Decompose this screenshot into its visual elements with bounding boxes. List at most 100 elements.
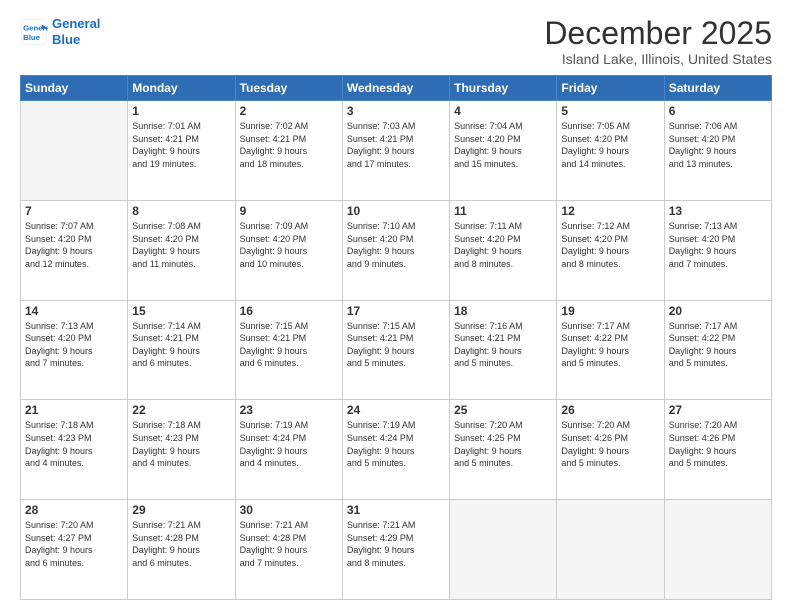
calendar-day-cell: 27 Sunrise: 7:20 AM Sunset: 4:26 PM Dayli… xyxy=(664,400,771,500)
header: General Blue General Blue December 2025 … xyxy=(20,16,772,67)
day-info: Sunrise: 7:08 AM Sunset: 4:20 PM Dayligh… xyxy=(132,220,230,270)
day-number: 2 xyxy=(240,104,338,118)
day-number: 14 xyxy=(25,304,123,318)
calendar-week-row: 28Sunrise: 7:20 AM Sunset: 4:27 PM Dayli… xyxy=(21,500,772,600)
day-number: 25 xyxy=(454,403,552,417)
calendar-day-cell: 3 Sunrise: 7:03 AM Sunset: 4:21 PM Daylig… xyxy=(342,101,449,201)
day-info: Sunrise: 7:01 AM Sunset: 4:21 PM Dayligh… xyxy=(132,120,230,170)
day-info: Sunrise: 7:20 AM Sunset: 4:26 PM Dayligh… xyxy=(561,419,659,469)
day-number: 18 xyxy=(454,304,552,318)
calendar-day-cell: 11 Sunrise: 7:11 AM Sunset: 4:20 PM Dayli… xyxy=(450,200,557,300)
day-number: 28 xyxy=(25,503,123,517)
day-info: Sunrise: 7:03 AM Sunset: 4:21 PM Dayligh… xyxy=(347,120,445,170)
day-info: Sunrise: 7:18 AM Sunset: 4:23 PM Dayligh… xyxy=(25,419,123,469)
day-info: Sunrise: 7:05 AM Sunset: 4:20 PM Dayligh… xyxy=(561,120,659,170)
day-info: Sunrise: 7:19 AM Sunset: 4:24 PM Dayligh… xyxy=(347,419,445,469)
day-info: Sunrise: 7:04 AM Sunset: 4:20 PM Dayligh… xyxy=(454,120,552,170)
calendar-day-cell: 1 Sunrise: 7:01 AM Sunset: 4:21 PM Daylig… xyxy=(128,101,235,201)
calendar-day-cell: 15 Sunrise: 7:14 AM Sunset: 4:21 PM Dayli… xyxy=(128,300,235,400)
day-number: 17 xyxy=(347,304,445,318)
day-info: Sunrise: 7:18 AM Sunset: 4:23 PM Dayligh… xyxy=(132,419,230,469)
day-number: 7 xyxy=(25,204,123,218)
day-info: Sunrise: 7:06 AM Sunset: 4:20 PM Dayligh… xyxy=(669,120,767,170)
calendar-day-cell xyxy=(450,500,557,600)
title-block: December 2025 Island Lake, Illinois, Uni… xyxy=(544,16,772,67)
day-info: Sunrise: 7:20 AM Sunset: 4:26 PM Dayligh… xyxy=(669,419,767,469)
day-number: 19 xyxy=(561,304,659,318)
logo-text: General Blue xyxy=(52,16,100,47)
day-number: 15 xyxy=(132,304,230,318)
day-number: 11 xyxy=(454,204,552,218)
subtitle: Island Lake, Illinois, United States xyxy=(544,51,772,67)
calendar-day-cell xyxy=(664,500,771,600)
calendar-table: SundayMondayTuesdayWednesdayThursdayFrid… xyxy=(20,75,772,600)
calendar-day-cell xyxy=(21,101,128,201)
day-info: Sunrise: 7:02 AM Sunset: 4:21 PM Dayligh… xyxy=(240,120,338,170)
calendar-day-cell: 30Sunrise: 7:21 AM Sunset: 4:28 PM Dayli… xyxy=(235,500,342,600)
calendar-day-cell: 18 Sunrise: 7:16 AM Sunset: 4:21 PM Dayli… xyxy=(450,300,557,400)
calendar-day-cell: 24 Sunrise: 7:19 AM Sunset: 4:24 PM Dayli… xyxy=(342,400,449,500)
day-info: Sunrise: 7:11 AM Sunset: 4:20 PM Dayligh… xyxy=(454,220,552,270)
day-number: 27 xyxy=(669,403,767,417)
day-info: Sunrise: 7:17 AM Sunset: 4:22 PM Dayligh… xyxy=(561,320,659,370)
day-number: 26 xyxy=(561,403,659,417)
day-number: 3 xyxy=(347,104,445,118)
day-of-week-header: Tuesday xyxy=(235,76,342,101)
day-info: Sunrise: 7:15 AM Sunset: 4:21 PM Dayligh… xyxy=(347,320,445,370)
day-number: 31 xyxy=(347,503,445,517)
day-info: Sunrise: 7:09 AM Sunset: 4:20 PM Dayligh… xyxy=(240,220,338,270)
day-info: Sunrise: 7:07 AM Sunset: 4:20 PM Dayligh… xyxy=(25,220,123,270)
page: General Blue General Blue December 2025 … xyxy=(0,0,792,612)
day-info: Sunrise: 7:21 AM Sunset: 4:29 PM Dayligh… xyxy=(347,519,445,569)
day-info: Sunrise: 7:21 AM Sunset: 4:28 PM Dayligh… xyxy=(132,519,230,569)
calendar-week-row: 21 Sunrise: 7:18 AM Sunset: 4:23 PM Dayli… xyxy=(21,400,772,500)
calendar-day-cell: 5 Sunrise: 7:05 AM Sunset: 4:20 PM Daylig… xyxy=(557,101,664,201)
calendar-day-cell: 28Sunrise: 7:20 AM Sunset: 4:27 PM Dayli… xyxy=(21,500,128,600)
day-of-week-header: Monday xyxy=(128,76,235,101)
day-number: 29 xyxy=(132,503,230,517)
day-number: 1 xyxy=(132,104,230,118)
calendar-day-cell: 29 Sunrise: 7:21 AM Sunset: 4:28 PM Dayli… xyxy=(128,500,235,600)
day-of-week-header: Thursday xyxy=(450,76,557,101)
calendar-day-cell: 14Sunrise: 7:13 AM Sunset: 4:20 PM Dayli… xyxy=(21,300,128,400)
calendar-body: 1 Sunrise: 7:01 AM Sunset: 4:21 PM Daylig… xyxy=(21,101,772,600)
day-info: Sunrise: 7:10 AM Sunset: 4:20 PM Dayligh… xyxy=(347,220,445,270)
calendar-day-cell: 2 Sunrise: 7:02 AM Sunset: 4:21 PM Daylig… xyxy=(235,101,342,201)
calendar-day-cell: 20Sunrise: 7:17 AM Sunset: 4:22 PM Dayli… xyxy=(664,300,771,400)
logo: General Blue General Blue xyxy=(20,16,100,47)
day-info: Sunrise: 7:13 AM Sunset: 4:20 PM Dayligh… xyxy=(669,220,767,270)
calendar-day-cell: 7 Sunrise: 7:07 AM Sunset: 4:20 PM Daylig… xyxy=(21,200,128,300)
day-number: 12 xyxy=(561,204,659,218)
day-of-week-header: Friday xyxy=(557,76,664,101)
day-info: Sunrise: 7:19 AM Sunset: 4:24 PM Dayligh… xyxy=(240,419,338,469)
calendar-day-cell: 12Sunrise: 7:12 AM Sunset: 4:20 PM Dayli… xyxy=(557,200,664,300)
calendar-day-cell: 22Sunrise: 7:18 AM Sunset: 4:23 PM Dayli… xyxy=(128,400,235,500)
calendar-day-cell: 17 Sunrise: 7:15 AM Sunset: 4:21 PM Dayli… xyxy=(342,300,449,400)
calendar-week-row: 1 Sunrise: 7:01 AM Sunset: 4:21 PM Daylig… xyxy=(21,101,772,201)
day-info: Sunrise: 7:16 AM Sunset: 4:21 PM Dayligh… xyxy=(454,320,552,370)
day-number: 21 xyxy=(25,403,123,417)
day-info: Sunrise: 7:21 AM Sunset: 4:28 PM Dayligh… xyxy=(240,519,338,569)
day-of-week-header: Saturday xyxy=(664,76,771,101)
calendar-day-cell: 31 Sunrise: 7:21 AM Sunset: 4:29 PM Dayli… xyxy=(342,500,449,600)
day-number: 24 xyxy=(347,403,445,417)
calendar-day-cell: 6Sunrise: 7:06 AM Sunset: 4:20 PM Daylig… xyxy=(664,101,771,201)
calendar-day-cell: 8Sunrise: 7:08 AM Sunset: 4:20 PM Daylig… xyxy=(128,200,235,300)
calendar-header-row: SundayMondayTuesdayWednesdayThursdayFrid… xyxy=(21,76,772,101)
svg-text:Blue: Blue xyxy=(23,32,41,41)
logo-line1: General xyxy=(52,16,100,31)
day-number: 13 xyxy=(669,204,767,218)
calendar-day-cell: 13 Sunrise: 7:13 AM Sunset: 4:20 PM Dayli… xyxy=(664,200,771,300)
day-info: Sunrise: 7:15 AM Sunset: 4:21 PM Dayligh… xyxy=(240,320,338,370)
day-of-week-header: Wednesday xyxy=(342,76,449,101)
day-info: Sunrise: 7:14 AM Sunset: 4:21 PM Dayligh… xyxy=(132,320,230,370)
logo-icon: General Blue xyxy=(20,18,48,46)
day-number: 9 xyxy=(240,204,338,218)
day-info: Sunrise: 7:20 AM Sunset: 4:25 PM Dayligh… xyxy=(454,419,552,469)
logo-line2: Blue xyxy=(52,32,80,47)
calendar-day-cell: 23Sunrise: 7:19 AM Sunset: 4:24 PM Dayli… xyxy=(235,400,342,500)
calendar-week-row: 14Sunrise: 7:13 AM Sunset: 4:20 PM Dayli… xyxy=(21,300,772,400)
day-info: Sunrise: 7:17 AM Sunset: 4:22 PM Dayligh… xyxy=(669,320,767,370)
day-number: 5 xyxy=(561,104,659,118)
day-number: 10 xyxy=(347,204,445,218)
